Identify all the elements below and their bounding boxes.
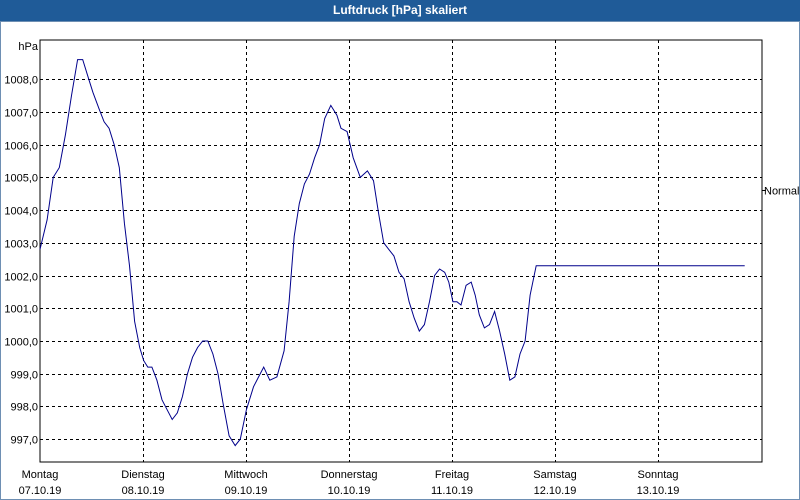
- y-tick-label: 1007,0: [4, 108, 38, 120]
- x-tick-weekday: Donnerstag: [321, 469, 378, 481]
- x-tick-weekday: Montag: [22, 469, 59, 481]
- y-tick-label: 1004,0: [4, 206, 38, 218]
- x-tick-date: 07.10.19: [19, 485, 62, 497]
- y-tick-label: 1001,0: [4, 304, 38, 316]
- y-axis-unit: hPa: [18, 41, 38, 53]
- y-tick-label: 1002,0: [4, 272, 38, 284]
- y-tick-label: 1005,0: [4, 173, 38, 185]
- x-tick-date: 08.10.19: [122, 485, 165, 497]
- y-tick-label: 997,0: [10, 435, 38, 447]
- x-tick-weekday: Sonntag: [638, 469, 679, 481]
- y-tick-label: 1006,0: [4, 141, 38, 153]
- x-tick-weekday: Dienstag: [121, 469, 164, 481]
- x-tick-weekday: Mittwoch: [224, 469, 267, 481]
- reference-label: Normal: [764, 185, 799, 197]
- x-tick-date: 13.10.19: [637, 485, 680, 497]
- y-tick-label: 1008,0: [4, 75, 38, 87]
- pressure-chart: 997,0 998,0 999,0 1000,0 1001,0 1002,0 1003,0 1…: [4, 39, 799, 497]
- y-tick-label: 1000,0: [4, 337, 38, 349]
- x-tick-weekday: Freitag: [435, 469, 469, 481]
- y-tick-label: 998,0: [10, 402, 38, 414]
- plot-area: [39, 39, 763, 463]
- x-tick-weekday: Samstag: [533, 469, 576, 481]
- y-tick-label: 999,0: [10, 370, 38, 382]
- y-tick-label: 1003,0: [4, 239, 38, 251]
- x-tick-date: 11.10.19: [431, 485, 473, 497]
- x-tick-date: 09.10.19: [225, 485, 268, 497]
- pressure-line: [39, 59, 745, 447]
- x-tick-date: 12.10.19: [534, 485, 577, 497]
- x-tick-date: 10.10.19: [328, 485, 371, 497]
